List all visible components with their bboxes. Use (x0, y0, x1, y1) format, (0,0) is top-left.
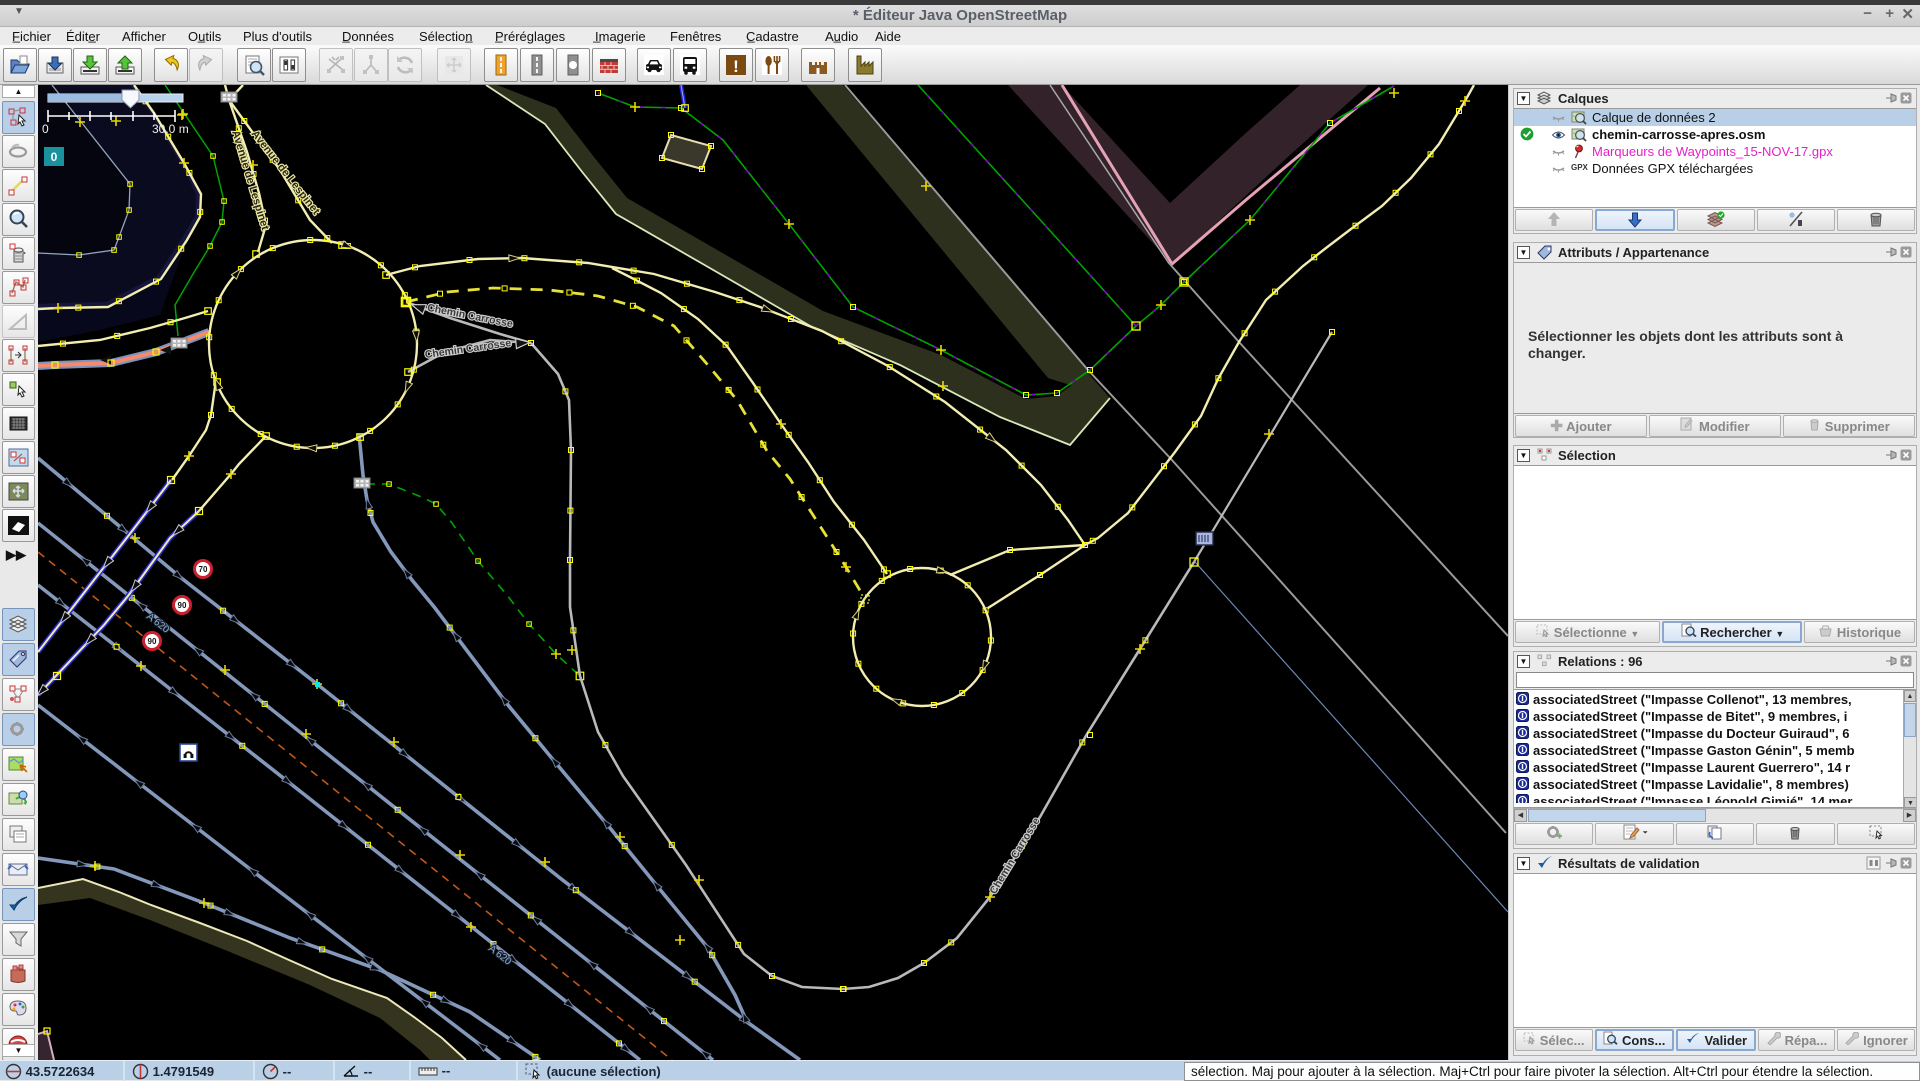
svg-text:90: 90 (178, 601, 187, 610)
svg-text:90: 90 (148, 637, 157, 646)
svg-text:Chemin Carrosse: Chemin Carrosse (426, 302, 514, 330)
svg-text:!: ! (733, 57, 739, 76)
svg-text:Chemin Carrosse: Chemin Carrosse (987, 816, 1042, 897)
svg-text:Chemin Carrosse: Chemin Carrosse (424, 337, 512, 361)
svg-text:0: 0 (51, 150, 58, 164)
svg-text:30.0 m: 30.0 m (152, 122, 189, 136)
svg-text:0: 0 (42, 122, 49, 136)
svg-text:70: 70 (199, 565, 208, 574)
